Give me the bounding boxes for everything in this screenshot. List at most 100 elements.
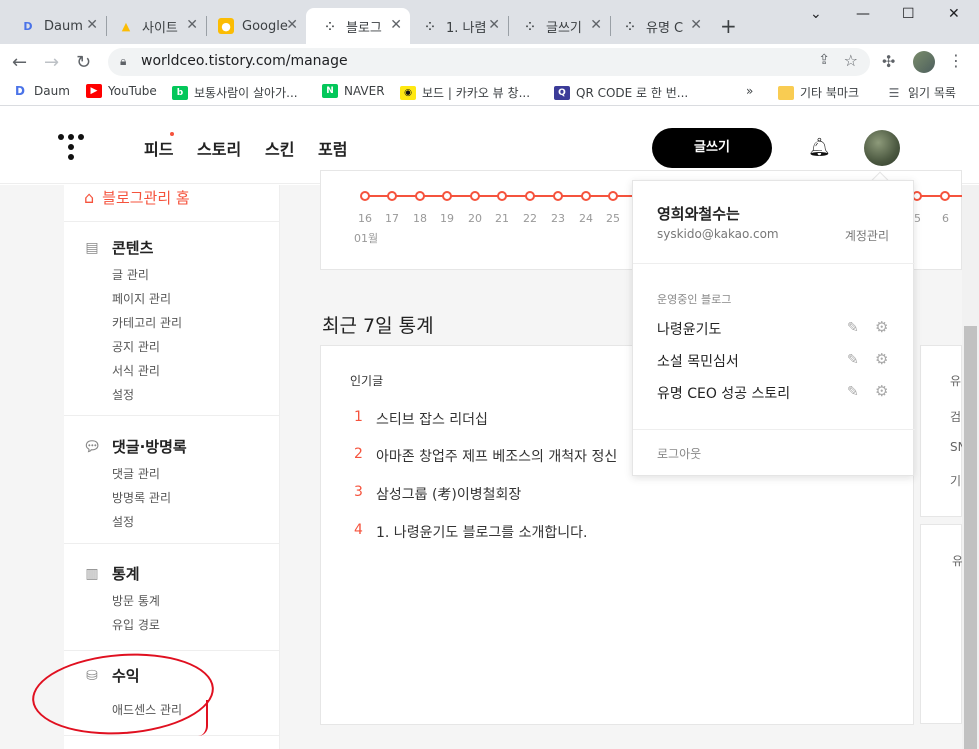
nav-forum[interactable]: 포럼 (318, 136, 347, 160)
tab-search-icon[interactable]: ⌄ (810, 6, 822, 22)
maximize-icon[interactable]: ☐ (902, 6, 915, 22)
blog-link[interactable]: 소설 목민심서 (657, 351, 739, 371)
nav-feed[interactable]: 피드 (144, 136, 173, 160)
chart-point[interactable] (442, 191, 452, 201)
bookmark-item[interactable]: Q QR CODE 로 한 번... (554, 84, 688, 101)
chart-point[interactable] (387, 191, 397, 201)
extensions-icon[interactable]: ✣ (882, 52, 895, 71)
bookmark-item[interactable]: b 보통사람이 살아가... (172, 84, 298, 101)
gear-icon[interactable]: ⚙ (875, 318, 888, 336)
chart-point[interactable] (470, 191, 480, 201)
close-tab-icon[interactable]: ✕ (390, 17, 402, 33)
chart-point[interactable] (497, 191, 507, 201)
bookmark-item[interactable]: D Daum (12, 84, 70, 98)
close-tab-icon[interactable]: ✕ (488, 17, 500, 33)
popular-post-item[interactable]: 2 아마존 창업주 제프 베조스의 개척자 정신 (354, 446, 617, 466)
chart-point[interactable] (581, 191, 591, 201)
bookmarks-overflow-icon[interactable]: » (746, 84, 753, 98)
tistory-favicon: ⁘ (425, 19, 435, 33)
share-icon[interactable]: ⇪ (818, 52, 830, 68)
minimize-icon[interactable]: — (856, 6, 870, 22)
new-tab-icon[interactable]: + (720, 14, 737, 38)
reload-icon[interactable]: ↻ (76, 52, 91, 73)
blog-link[interactable]: 나령윤기도 (657, 319, 721, 339)
sidebar-section-comments[interactable]: 💬︎ 댓글·방명록 (83, 436, 187, 457)
sidebar-item[interactable]: 유입 경로 (112, 616, 160, 633)
close-window-icon[interactable]: ✕ (948, 6, 960, 22)
bookmark-star-icon[interactable]: ☆ (844, 51, 858, 70)
bookmark-item[interactable]: N NAVER (322, 84, 385, 98)
address-bar[interactable]: 🔒︎ worldceo.tistory.com/manage ⇪ ☆ (108, 48, 870, 76)
chart-x-tick: 24 (579, 212, 593, 225)
chart-x-tick: 22 (523, 212, 537, 225)
bell-icon[interactable]: 🔔︎ (808, 137, 831, 158)
sidebar-item[interactable]: 방문 통계 (112, 592, 160, 609)
close-tab-icon[interactable]: ✕ (186, 17, 198, 33)
browser-tab-active[interactable]: ⁘ 블로그 ✕ (306, 8, 410, 44)
sidebar-section-stats[interactable]: ▥ 통계 (84, 563, 139, 584)
sidebar-item[interactable]: 댓글 관리 (112, 465, 160, 482)
tistory-favicon: ⁘ (325, 19, 335, 33)
chart-point[interactable] (360, 191, 370, 201)
close-tab-icon[interactable]: ✕ (86, 17, 98, 33)
sidebar-item[interactable]: 페이지 관리 (112, 290, 171, 307)
reading-list[interactable]: ☰ 읽기 목록 (886, 84, 956, 101)
sidebar-item[interactable]: 방명록 관리 (112, 489, 171, 506)
browser-tab[interactable]: D Daum ✕ (4, 8, 106, 44)
home-icon: ⌂ (84, 188, 95, 207)
chart-point[interactable] (525, 191, 535, 201)
browser-tab[interactable]: ● Google ✕ (202, 8, 306, 44)
bookmark-item[interactable]: ◉ 보드 | 카카오 뷰 창... (400, 84, 530, 101)
sidebar-item[interactable]: 글 관리 (112, 266, 149, 283)
tistory-logo-icon[interactable] (58, 134, 84, 162)
browser-tab[interactable]: ▲ 사이트 ✕ (102, 8, 206, 44)
edit-pencil-icon[interactable]: ✎ (847, 352, 859, 368)
forward-icon[interactable]: → (44, 52, 59, 73)
logout-link[interactable]: 로그아웃 (657, 445, 701, 462)
browser-toolbar: ← → ↻ 🔒︎ worldceo.tistory.com/manage ⇪ ☆… (0, 44, 979, 80)
sidebar-item[interactable]: 서식 관리 (112, 362, 160, 379)
close-tab-icon[interactable]: ✕ (690, 17, 702, 33)
sidebar-home[interactable]: ⌂ 블로그관리 홈 (84, 187, 190, 208)
browser-tab[interactable]: ⁘ 유명 C ✕ (606, 8, 710, 44)
chart-point[interactable] (940, 191, 950, 201)
edit-pencil-icon[interactable]: ✎ (847, 320, 859, 336)
document-icon: ▤ (85, 239, 99, 256)
chart-point[interactable] (415, 191, 425, 201)
gear-icon[interactable]: ⚙ (875, 382, 888, 400)
bar-chart-icon: ▥ (85, 565, 99, 582)
popular-post-item[interactable]: 3 삼성그룹 (考)이병철회장 (354, 484, 521, 504)
popular-post-item[interactable]: 1 스티브 잡스 리더십 (354, 409, 488, 429)
nav-story[interactable]: 스토리 (197, 136, 241, 160)
sidebar-item[interactable]: 설정 (112, 386, 134, 403)
popular-post-item[interactable]: 4 1. 나령윤기도 블로그를 소개합니다. (354, 522, 587, 542)
chart-point[interactable] (608, 191, 618, 201)
back-icon[interactable]: ← (12, 52, 27, 73)
bookmarks-bar: D Daum ▶ YouTube b 보통사람이 살아가... N NAVER ◉ 보드 … (0, 80, 979, 106)
inflow-card (920, 345, 962, 517)
scrollbar-thumb[interactable] (964, 326, 977, 749)
edit-pencil-icon[interactable]: ✎ (847, 384, 859, 400)
blog-link[interactable]: 유명 CEO 성공 스토리 (657, 383, 790, 403)
chart-point[interactable] (553, 191, 563, 201)
url-text[interactable]: worldceo.tistory.com/manage (141, 53, 348, 69)
sidebar-section-contents[interactable]: ▤ 콘텐츠 (84, 237, 153, 258)
menu-kebab-icon[interactable]: ⋮ (948, 51, 964, 70)
sidebar-item[interactable]: 카테고리 관리 (112, 314, 182, 331)
sidebar-item[interactable]: 설정 (112, 513, 134, 530)
bookmark-folder[interactable]: 기타 북마크 (778, 84, 859, 101)
user-avatar[interactable] (864, 130, 900, 166)
gear-icon[interactable]: ⚙ (875, 350, 888, 368)
sidebar-item[interactable]: 공지 관리 (112, 338, 160, 355)
nav-skin[interactable]: 스킨 (265, 136, 294, 160)
bookmark-item[interactable]: ▶ YouTube (86, 84, 157, 98)
close-tab-icon[interactable]: ✕ (590, 17, 602, 33)
browser-tab[interactable]: ⁘ 1. 나렴 ✕ (406, 8, 508, 44)
inflow-item: 검 (950, 410, 962, 424)
daum-icon: D (15, 84, 25, 98)
browser-tab[interactable]: ⁘ 글쓰기 ✕ (506, 8, 610, 44)
profile-avatar[interactable] (913, 51, 935, 73)
write-button[interactable]: 글쓰기 (652, 128, 772, 168)
account-settings-link[interactable]: 계정관리 (845, 227, 889, 244)
close-tab-icon[interactable]: ✕ (286, 17, 298, 33)
